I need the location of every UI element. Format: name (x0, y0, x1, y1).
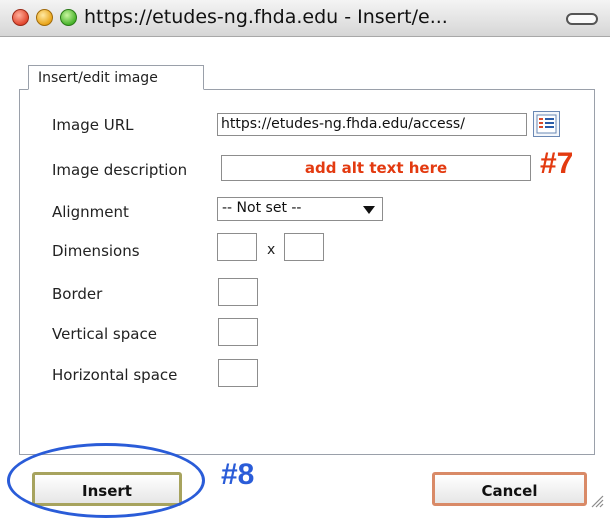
dropdown-arrow-icon (363, 206, 375, 214)
close-window-icon[interactable] (12, 9, 29, 26)
width-input[interactable] (217, 233, 257, 261)
window-title: https://etudes-ng.fhda.edu - Insert/e... (84, 6, 448, 28)
step-7-marker: #7 (540, 147, 574, 180)
minimize-window-icon[interactable] (36, 9, 53, 26)
alignment-select[interactable]: -- Not set -- (217, 197, 383, 221)
border-input[interactable] (218, 278, 258, 306)
dimensions-separator: x (267, 242, 276, 258)
border-label: Border (52, 285, 103, 303)
toolbar-toggle-icon[interactable] (566, 13, 598, 25)
vertical-space-input[interactable] (218, 318, 258, 346)
insert-highlight-circle (7, 443, 205, 518)
height-input[interactable] (284, 233, 324, 261)
resize-grip-icon[interactable] (588, 492, 604, 508)
window-titlebar: https://etudes-ng.fhda.edu - Insert/e... (0, 0, 610, 37)
alignment-label: Alignment (52, 203, 129, 221)
browse-images-icon[interactable] (533, 111, 560, 137)
alt-text-annotation: add alt text here (304, 159, 448, 177)
horizontal-space-label: Horizontal space (52, 366, 178, 384)
tab-insert-edit-image[interactable]: Insert/edit image (28, 65, 204, 90)
horizontal-space-input[interactable] (218, 359, 258, 387)
image-description-label: Image description (52, 161, 188, 179)
file-list-icon (536, 114, 557, 134)
alignment-selected-value: -- Not set -- (222, 200, 302, 216)
step-8-marker: #8 (221, 458, 255, 491)
cancel-button[interactable]: Cancel (432, 472, 587, 506)
dimensions-label: Dimensions (52, 242, 140, 260)
vertical-space-label: Vertical space (52, 325, 157, 343)
zoom-window-icon[interactable] (60, 9, 77, 26)
image-url-input[interactable]: https://etudes-ng.fhda.edu/access/ (217, 113, 527, 136)
image-url-label: Image URL (52, 116, 134, 134)
image-properties-panel (19, 89, 595, 455)
